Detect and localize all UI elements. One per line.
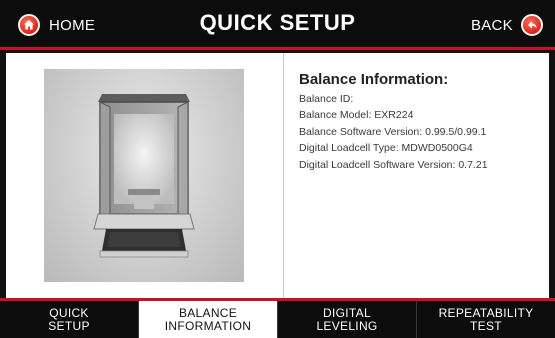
image-panel xyxy=(6,53,284,298)
balance-model-line: Balance Model: EXR224 xyxy=(299,109,414,122)
content-area: Balance Information: Balance ID: Balance… xyxy=(6,53,549,298)
balance-product-image xyxy=(44,69,244,282)
top-bar: HOME QUICK SETUP BACK xyxy=(0,0,555,50)
tab-balance-information[interactable]: BALANCE INFORMATION xyxy=(139,301,278,338)
tab-repeatability-test[interactable]: REPEATABILITY TEST xyxy=(417,301,555,338)
loadcell-software-version-line: Digital Loadcell Software Version: 0.7.2… xyxy=(299,158,488,171)
back-label: BACK xyxy=(470,16,513,34)
loadcell-type-line: Digital Loadcell Type: MDWD0500G4 xyxy=(299,142,473,155)
balance-id-line: Balance ID: xyxy=(299,93,354,105)
tab-quick-setup[interactable]: QUICK SETUP xyxy=(0,301,139,338)
balance-info-panel: Balance Information: Balance ID: Balance… xyxy=(299,71,544,173)
tab-digital-leveling[interactable]: DIGITAL LEVELING xyxy=(278,301,417,338)
balance-software-version-line: Balance Software Version: 0.99.5/0.99.1 xyxy=(299,125,487,138)
back-arrow-icon xyxy=(521,14,543,36)
analytical-balance-illustration xyxy=(93,94,195,258)
back-button[interactable]: BACK xyxy=(471,13,543,37)
bottom-tab-bar: QUICK SETUP BALANCE INFORMATION DIGITAL … xyxy=(0,298,555,338)
info-heading: Balance Information: xyxy=(299,71,449,88)
